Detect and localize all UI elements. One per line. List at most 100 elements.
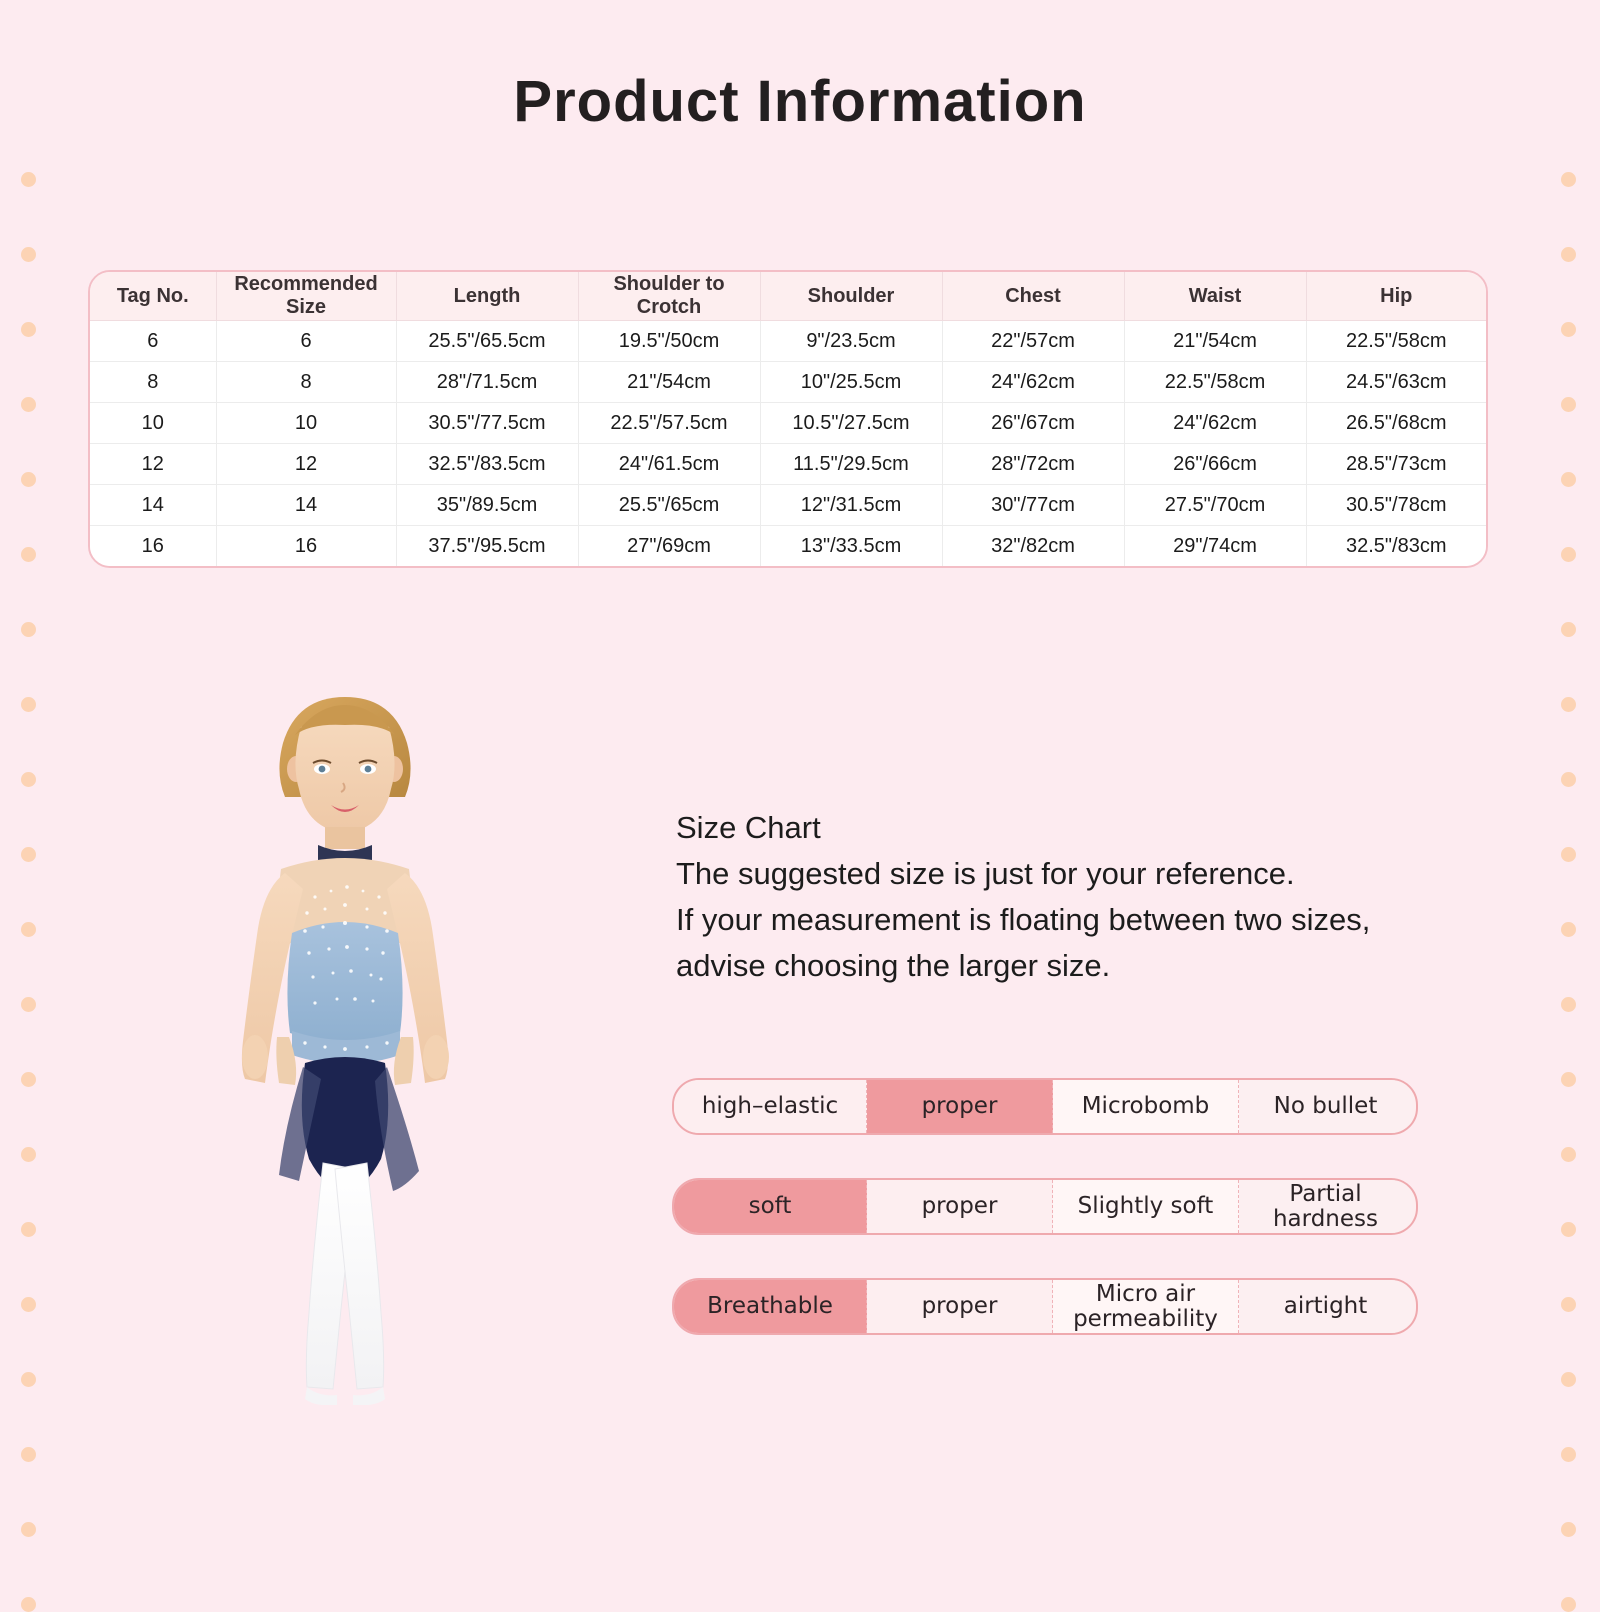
table-column-header: Length	[396, 272, 579, 321]
decorative-dot	[1561, 1597, 1576, 1612]
size-table-container: Tag No. Recommended Size Length Shoulder to…	[88, 270, 1488, 568]
table-cell: 35"/89.5cm	[396, 484, 579, 526]
table-column-header: Hip	[1306, 272, 1486, 321]
decorative-dot	[1561, 1522, 1576, 1537]
table-cell: 29"/74cm	[1124, 525, 1307, 566]
decorative-dot	[1561, 1147, 1576, 1162]
table-cell: 22.5"/57.5cm	[578, 402, 761, 444]
decorative-dot	[1561, 997, 1576, 1012]
property-bar-elasticity: high–elastic proper Microbomb No bullet	[672, 1078, 1418, 1135]
table-cell: 32"/82cm	[942, 525, 1125, 566]
decorative-dot	[21, 847, 36, 862]
decorative-dot	[21, 322, 36, 337]
table-row: 12 12 32.5"/83.5cm 24"/61.5cm 11.5"/29.5cm 28…	[90, 443, 1486, 485]
table-cell: 28"/71.5cm	[396, 361, 579, 403]
table-column-header: Tag No.	[90, 272, 217, 321]
table-row: 16 16 37.5"/95.5cm 27"/69cm 13"/33.5cm 32"/82…	[90, 525, 1486, 566]
size-chart-line-1: The suggested size is just for your refe…	[676, 856, 1295, 891]
decorative-dot	[1561, 547, 1576, 562]
decorative-dot	[1561, 847, 1576, 862]
decorative-dot	[21, 1072, 36, 1087]
table-cell: 10	[216, 402, 397, 444]
table-cell: 10.5"/27.5cm	[760, 402, 943, 444]
decorative-dot	[21, 472, 36, 487]
left-dot-column	[0, 0, 60, 1612]
table-row: 14 14 35"/89.5cm 25.5"/65cm 12"/31.5cm 30"/77…	[90, 484, 1486, 526]
table-cell: 22.5"/58cm	[1306, 320, 1486, 362]
table-cell: 27.5"/70cm	[1124, 484, 1307, 526]
table-cell: 12	[90, 443, 217, 485]
property-segment[interactable]: No bullet	[1239, 1080, 1412, 1133]
table-row: 6 6 25.5"/65.5cm 19.5"/50cm 9"/23.5cm 22"/57c…	[90, 320, 1486, 362]
table-cell: 24"/62cm	[1124, 402, 1307, 444]
right-dot-column	[1540, 0, 1600, 1612]
table-body: 6 6 25.5"/65.5cm 19.5"/50cm 9"/23.5cm 22"/57c…	[90, 320, 1486, 566]
decorative-dot	[21, 1147, 36, 1162]
table-cell: 28.5"/73cm	[1306, 443, 1486, 485]
table-column-header: Chest	[942, 272, 1125, 321]
table-cell: 21"/54cm	[578, 361, 761, 403]
decorative-dot	[1561, 772, 1576, 787]
table-cell: 37.5"/95.5cm	[396, 525, 579, 566]
table-cell: 26"/66cm	[1124, 443, 1307, 485]
decorative-dot	[21, 1222, 36, 1237]
decorative-dot	[1561, 622, 1576, 637]
table-cell: 25.5"/65.5cm	[396, 320, 579, 362]
decorative-dot	[1561, 1297, 1576, 1312]
table-column-header: Shoulder	[760, 272, 943, 321]
decorative-dot	[21, 1522, 36, 1537]
decorative-dot	[1561, 1072, 1576, 1087]
property-segment[interactable]: Micro air permeability	[1053, 1280, 1239, 1333]
table-row: 8 8 28"/71.5cm 21"/54cm 10"/25.5cm 24"/62cm 22…	[90, 361, 1486, 403]
table-cell: 26"/67cm	[942, 402, 1125, 444]
table-cell: 30.5"/78cm	[1306, 484, 1486, 526]
decorative-dot	[1561, 172, 1576, 187]
table-cell: 26.5"/68cm	[1306, 402, 1486, 444]
table-cell: 16	[90, 525, 217, 566]
property-segment[interactable]: Partial hardness	[1239, 1180, 1412, 1233]
size-chart-note: Size Chart The suggested size is just fo…	[676, 805, 1456, 989]
table-cell: 24"/61.5cm	[578, 443, 761, 485]
table-header-row: Tag No. Recommended Size Length Shoulder to…	[90, 272, 1486, 321]
table-column-header: Shoulder to Crotch	[578, 272, 761, 321]
page-title: Product Information	[513, 69, 1087, 134]
table-cell: 10	[90, 402, 217, 444]
property-segment[interactable]: Breathable	[674, 1280, 867, 1333]
property-segment[interactable]: airtight	[1239, 1280, 1412, 1333]
property-segment[interactable]: Slightly soft	[1053, 1180, 1239, 1233]
table-cell: 12"/31.5cm	[760, 484, 943, 526]
decorative-dot	[21, 697, 36, 712]
decorative-dot	[1561, 322, 1576, 337]
property-bar-softness: soft proper Slightly soft Partial hardness	[672, 1178, 1418, 1235]
table-cell: 27"/69cm	[578, 525, 761, 566]
property-bars: high–elastic proper Microbomb No bullet soft…	[672, 1078, 1418, 1378]
decorative-dot	[21, 397, 36, 412]
table-cell: 9"/23.5cm	[760, 320, 943, 362]
property-bar-breathability: Breathable proper Micro air permeability ai…	[672, 1278, 1418, 1335]
property-segment[interactable]: proper	[867, 1280, 1053, 1333]
table-cell: 30.5"/77.5cm	[396, 402, 579, 444]
property-segment[interactable]: soft	[674, 1180, 867, 1233]
size-chart-heading: Size Chart	[676, 810, 821, 845]
table-cell: 14	[216, 484, 397, 526]
size-chart-line-3: advise choosing the larger size.	[676, 948, 1111, 983]
table-cell: 32.5"/83cm	[1306, 525, 1486, 566]
decorative-dot	[1561, 397, 1576, 412]
property-segment[interactable]: proper	[867, 1080, 1053, 1133]
decorative-dot	[21, 1297, 36, 1312]
table-cell: 16	[216, 525, 397, 566]
decorative-dot	[21, 997, 36, 1012]
decorative-dot	[21, 1597, 36, 1612]
decorative-dot	[1561, 1447, 1576, 1462]
table-cell: 14	[90, 484, 217, 526]
property-segment[interactable]: high–elastic	[674, 1080, 867, 1133]
decorative-dot	[1561, 922, 1576, 937]
property-segment[interactable]: proper	[867, 1180, 1053, 1233]
table-cell: 6	[216, 320, 397, 362]
table-column-header: Waist	[1124, 272, 1307, 321]
property-segment[interactable]: Microbomb	[1053, 1080, 1239, 1133]
decorative-dot	[21, 622, 36, 637]
decorative-dot	[1561, 697, 1576, 712]
table-cell: 30"/77cm	[942, 484, 1125, 526]
table-cell: 8	[90, 361, 217, 403]
